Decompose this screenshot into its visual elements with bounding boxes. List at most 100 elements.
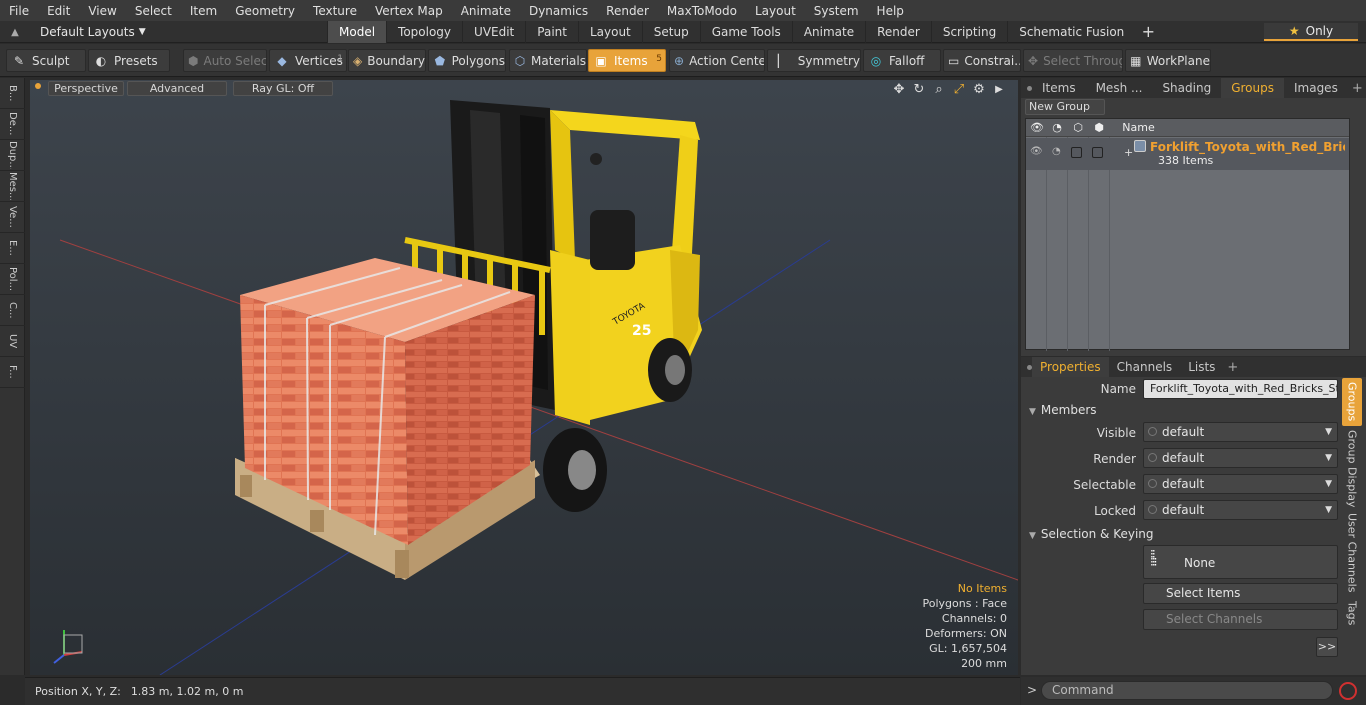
- layout-dropdown[interactable]: ▲ Default Layouts ▼: [8, 21, 146, 43]
- arrow-right-icon[interactable]: ▶: [992, 84, 1006, 95]
- layout-tab-uvedit[interactable]: UVEdit: [462, 21, 525, 43]
- menu-select[interactable]: Select: [126, 4, 181, 18]
- groups-list[interactable]: 👁 ◔ ⬡ ⬢ Name 👁 ◔ + Forklift_Toyota_with_…: [1025, 118, 1350, 351]
- menu-file[interactable]: File: [0, 4, 38, 18]
- render-icon[interactable]: ◔: [1048, 119, 1066, 137]
- expand-button[interactable]: >>: [1316, 637, 1338, 657]
- vtab-user-channels[interactable]: User Channels: [1342, 512, 1362, 594]
- menu-animate[interactable]: Animate: [452, 4, 520, 18]
- left-tab[interactable]: E...: [0, 233, 25, 264]
- menu-item[interactable]: Item: [181, 4, 226, 18]
- left-tab[interactable]: UV: [0, 326, 25, 357]
- group-row[interactable]: 👁 ◔ + Forklift_Toyota_with_Red_Bricks_St…: [1026, 138, 1349, 170]
- rotate-view-icon[interactable]: ↻: [912, 82, 926, 97]
- zoom-view-icon[interactable]: ⌕: [932, 82, 946, 97]
- items-button[interactable]: ▣ Items 5: [588, 49, 666, 72]
- selectable-select[interactable]: default ▼: [1143, 474, 1338, 494]
- menu-dynamics[interactable]: Dynamics: [520, 4, 597, 18]
- left-tab[interactable]: Dup...: [0, 140, 25, 171]
- menu-layout[interactable]: Layout: [746, 4, 805, 18]
- layout-pin-icon[interactable]: ▲: [8, 25, 22, 39]
- selection-keying-section[interactable]: ▼ Selection & Keying: [1029, 527, 1154, 541]
- add-tab-icon[interactable]: +: [1352, 81, 1363, 96]
- layout-tab-schematic-fusion[interactable]: Schematic Fusion: [1007, 21, 1135, 43]
- row-lock-toggle[interactable]: [1071, 147, 1082, 158]
- menu-view[interactable]: View: [79, 4, 125, 18]
- sculpt-button[interactable]: ✎ Sculpt: [6, 49, 86, 72]
- menu-edit[interactable]: Edit: [38, 4, 79, 18]
- tab-lists[interactable]: Lists: [1180, 357, 1223, 377]
- raygl-button[interactable]: Ray GL: Off: [233, 81, 333, 96]
- gear-icon[interactable]: ⚙: [972, 82, 986, 97]
- locked-select[interactable]: default ▼: [1143, 500, 1338, 520]
- row-eye-icon[interactable]: 👁: [1030, 146, 1043, 157]
- left-tab[interactable]: C...: [0, 295, 25, 326]
- symmetry-button[interactable]: ⎮ Symmetry: [767, 49, 861, 72]
- left-tab[interactable]: F...: [0, 357, 25, 388]
- menu-vertex-map[interactable]: Vertex Map: [366, 4, 452, 18]
- falloff-button[interactable]: ◎ Falloff: [863, 49, 941, 72]
- tab-channels[interactable]: Channels: [1109, 357, 1181, 377]
- materials-button[interactable]: ⬡ Materials: [509, 49, 587, 72]
- menu-system[interactable]: System: [805, 4, 868, 18]
- action-center-button[interactable]: ⊕ Action Center: [669, 49, 765, 72]
- add-tab-icon[interactable]: +: [1227, 360, 1238, 375]
- layout-tab-topology[interactable]: Topology: [386, 21, 462, 43]
- row-render-icon[interactable]: ◔: [1052, 146, 1061, 157]
- left-tab[interactable]: De...: [0, 109, 25, 140]
- render-select[interactable]: default ▼: [1143, 448, 1338, 468]
- visible-select[interactable]: default ▼: [1143, 422, 1338, 442]
- maximize-icon[interactable]: ⤢: [952, 82, 966, 97]
- tab-properties[interactable]: Properties: [1032, 357, 1109, 377]
- visibility-eye-icon[interactable]: 👁: [1028, 119, 1046, 137]
- layout-tab-scripting[interactable]: Scripting: [930, 21, 1007, 43]
- perspective-button[interactable]: Perspective: [48, 81, 124, 96]
- layout-tab-layout[interactable]: Layout: [577, 21, 642, 43]
- menu-maxtomodo[interactable]: MaxToModo: [658, 4, 746, 18]
- boundary-button[interactable]: ◈ Boundary: [348, 49, 426, 72]
- menu-texture[interactable]: Texture: [304, 4, 366, 18]
- viewport-menu-dot-icon[interactable]: [35, 83, 41, 89]
- tab-mesh[interactable]: Mesh ...: [1086, 78, 1153, 98]
- select-icon[interactable]: ⬢: [1090, 119, 1108, 137]
- keying-none-button[interactable]: ⁝⁝ ⁝⁝⁝ None: [1143, 545, 1338, 579]
- members-section[interactable]: ▼ Members: [1029, 403, 1097, 417]
- new-group-button[interactable]: New Group: [1025, 99, 1105, 115]
- layout-tab-setup[interactable]: Setup: [641, 21, 700, 43]
- 3d-viewport[interactable]: TOYOTA 25 Perspective Advanced Ray GL: O…: [30, 80, 1018, 675]
- vtab-tags[interactable]: Tags: [1342, 598, 1362, 628]
- left-tab[interactable]: Pol...: [0, 264, 25, 295]
- layout-tab-model[interactable]: Model: [327, 21, 387, 43]
- tab-groups[interactable]: Groups: [1221, 78, 1284, 98]
- vtab-group-display[interactable]: Group Display: [1342, 430, 1362, 508]
- group-name-field[interactable]: Forklift_Toyota_with_Red_Bricks_Stac: [1143, 379, 1338, 399]
- advanced-button[interactable]: Advanced: [127, 81, 227, 96]
- menu-help[interactable]: Help: [868, 4, 913, 18]
- presets-button[interactable]: ◐ Presets: [88, 49, 170, 72]
- left-tab[interactable]: Ve...: [0, 202, 25, 233]
- row-select-toggle[interactable]: [1092, 147, 1103, 158]
- polygons-button[interactable]: ⬟ Polygons: [428, 49, 506, 72]
- layout-tab-render[interactable]: Render: [865, 21, 931, 43]
- vertices-button[interactable]: ◆ Vertices 1: [269, 49, 347, 72]
- record-icon[interactable]: [1339, 682, 1357, 700]
- move-view-icon[interactable]: ✥: [892, 82, 906, 97]
- left-tab[interactable]: Mes...: [0, 171, 25, 202]
- menu-render[interactable]: Render: [597, 4, 658, 18]
- workplane-button[interactable]: ▦ WorkPlane: [1125, 49, 1211, 72]
- select-items-button[interactable]: Select Items: [1143, 583, 1338, 604]
- select-channels-button[interactable]: Select Channels: [1143, 609, 1338, 630]
- command-input[interactable]: Command: [1041, 681, 1333, 700]
- vtab-groups[interactable]: Groups: [1342, 378, 1362, 426]
- select-through-button[interactable]: ✥ Select Through: [1023, 49, 1123, 72]
- left-tab[interactable]: B...: [0, 78, 25, 109]
- tab-shading[interactable]: Shading: [1152, 78, 1221, 98]
- tab-images[interactable]: Images: [1284, 78, 1348, 98]
- name-column-header[interactable]: Name: [1116, 119, 1161, 137]
- expand-plus-icon[interactable]: +: [1124, 146, 1133, 159]
- only-button[interactable]: ★ Only: [1264, 23, 1358, 41]
- layout-tab-animate[interactable]: Animate: [791, 21, 865, 43]
- layout-tab-paint[interactable]: Paint: [525, 21, 578, 43]
- lock-icon[interactable]: ⬡: [1069, 119, 1087, 137]
- auto-select-button[interactable]: ⬢ Auto Select: [183, 49, 267, 72]
